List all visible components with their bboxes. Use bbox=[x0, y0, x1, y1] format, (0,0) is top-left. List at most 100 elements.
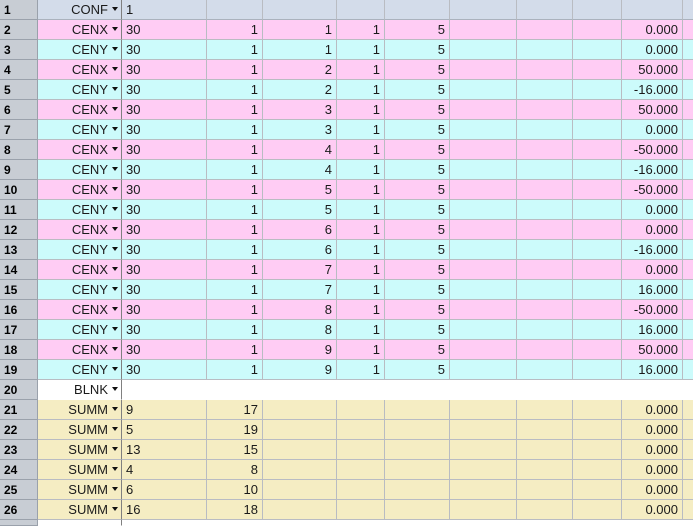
cell-value-5[interactable]: 5 bbox=[385, 280, 450, 300]
chevron-down-icon[interactable] bbox=[112, 167, 118, 171]
cell-value-4[interactable]: 1 bbox=[337, 360, 385, 380]
cell-value-5[interactable] bbox=[385, 480, 450, 500]
cell-value-1[interactable]: 30 bbox=[122, 200, 207, 220]
cell-value-7[interactable] bbox=[517, 40, 573, 60]
cell-value-10[interactable] bbox=[683, 320, 693, 340]
cell-value-5[interactable] bbox=[385, 520, 450, 526]
cell-value-3[interactable]: 6 bbox=[263, 240, 337, 260]
cell-value-9[interactable]: -50.000 bbox=[622, 140, 683, 160]
cell-value-8[interactable] bbox=[573, 320, 622, 340]
row-type-dropdown[interactable]: SUMM bbox=[38, 500, 122, 520]
cell-value-7[interactable] bbox=[517, 260, 573, 280]
cell-value-8[interactable] bbox=[573, 500, 622, 520]
cell-value-2[interactable] bbox=[207, 380, 263, 400]
cell-value-4[interactable]: 1 bbox=[337, 340, 385, 360]
row-header[interactable]: 1 bbox=[0, 0, 38, 20]
cell-value-7[interactable] bbox=[517, 80, 573, 100]
cell-value-1[interactable]: 30 bbox=[122, 180, 207, 200]
cell-value-4[interactable] bbox=[337, 520, 385, 526]
cell-value-6[interactable] bbox=[450, 500, 517, 520]
cell-value-9[interactable]: 16.000 bbox=[622, 360, 683, 380]
cell-value-9[interactable]: 0.000 bbox=[622, 20, 683, 40]
cell-value-4[interactable] bbox=[337, 480, 385, 500]
cell-value-3[interactable]: 2 bbox=[263, 80, 337, 100]
cell-value-4[interactable]: 1 bbox=[337, 40, 385, 60]
cell-value-5[interactable] bbox=[385, 460, 450, 480]
cell-value-4[interactable]: 1 bbox=[337, 320, 385, 340]
cell-value-9[interactable]: -16.000 bbox=[622, 160, 683, 180]
cell-value-7[interactable] bbox=[517, 500, 573, 520]
cell-value-1[interactable] bbox=[122, 380, 207, 400]
table-row[interactable]: 5 CENY 30 1 2 1 5 -16.000 bbox=[0, 80, 693, 100]
cell-value-3[interactable]: 8 bbox=[263, 300, 337, 320]
cell-value-10[interactable] bbox=[683, 100, 693, 120]
cell-value-8[interactable] bbox=[573, 480, 622, 500]
cell-value-5[interactable]: 5 bbox=[385, 40, 450, 60]
cell-value-1[interactable]: 16 bbox=[122, 500, 207, 520]
cell-value-3[interactable]: 1 bbox=[263, 40, 337, 60]
row-header[interactable]: 6 bbox=[0, 100, 38, 120]
cell-value-7[interactable] bbox=[517, 100, 573, 120]
cell-value-10[interactable] bbox=[683, 120, 693, 140]
cell-value-10[interactable] bbox=[683, 60, 693, 80]
cell-value-2[interactable]: 1 bbox=[207, 200, 263, 220]
cell-value-4[interactable] bbox=[337, 500, 385, 520]
table-row[interactable]: 14 CENX 30 1 7 1 5 0.000 bbox=[0, 260, 693, 280]
cell-value-5[interactable]: 5 bbox=[385, 320, 450, 340]
cell-value-4[interactable]: 1 bbox=[337, 160, 385, 180]
cell-value-2[interactable]: 1 bbox=[207, 180, 263, 200]
cell-value-2[interactable]: 1 bbox=[207, 60, 263, 80]
cell-value-3[interactable]: 9 bbox=[263, 340, 337, 360]
cell-value-3[interactable]: 6 bbox=[263, 220, 337, 240]
cell-value-7[interactable] bbox=[517, 380, 573, 400]
table-row[interactable] bbox=[0, 520, 693, 526]
cell-value-6[interactable] bbox=[450, 120, 517, 140]
cell-value-2[interactable]: 18 bbox=[207, 500, 263, 520]
cell-value-4[interactable]: 1 bbox=[337, 100, 385, 120]
cell-value-1[interactable]: 30 bbox=[122, 260, 207, 280]
table-row[interactable]: 24 SUMM 4 8 0.000 bbox=[0, 460, 693, 480]
cell-value-5[interactable]: 5 bbox=[385, 60, 450, 80]
cell-value-6[interactable] bbox=[450, 160, 517, 180]
chevron-down-icon[interactable] bbox=[112, 467, 118, 471]
cell-value-10[interactable] bbox=[683, 400, 693, 420]
row-header[interactable]: 22 bbox=[0, 420, 38, 440]
row-type-dropdown[interactable]: CENY bbox=[38, 280, 122, 300]
cell-value-3[interactable]: 5 bbox=[263, 180, 337, 200]
cell-value-6[interactable] bbox=[450, 180, 517, 200]
cell-value-1[interactable]: 30 bbox=[122, 340, 207, 360]
cell-value-10[interactable] bbox=[683, 260, 693, 280]
cell-value-9[interactable]: 50.000 bbox=[622, 60, 683, 80]
cell-value-6[interactable] bbox=[450, 520, 517, 526]
cell-value-8[interactable] bbox=[573, 0, 622, 20]
cell-value-8[interactable] bbox=[573, 160, 622, 180]
cell-value-10[interactable] bbox=[683, 520, 693, 526]
cell-value-10[interactable] bbox=[683, 280, 693, 300]
cell-value-5[interactable]: 5 bbox=[385, 120, 450, 140]
chevron-down-icon[interactable] bbox=[112, 187, 118, 191]
row-type-dropdown[interactable]: CENY bbox=[38, 40, 122, 60]
row-header[interactable]: 16 bbox=[0, 300, 38, 320]
row-header[interactable]: 19 bbox=[0, 360, 38, 380]
table-row[interactable]: 22 SUMM 5 19 0.000 bbox=[0, 420, 693, 440]
row-type-dropdown[interactable]: CENY bbox=[38, 360, 122, 380]
row-type-dropdown[interactable]: CENX bbox=[38, 140, 122, 160]
cell-value-5[interactable] bbox=[385, 420, 450, 440]
cell-value-2[interactable]: 1 bbox=[207, 160, 263, 180]
cell-value-2[interactable] bbox=[207, 520, 263, 526]
table-row[interactable]: 1 CONF 1 bbox=[0, 0, 693, 20]
cell-value-1[interactable]: 30 bbox=[122, 40, 207, 60]
cell-value-10[interactable] bbox=[683, 220, 693, 240]
cell-value-6[interactable] bbox=[450, 420, 517, 440]
row-type-dropdown[interactable]: CENX bbox=[38, 180, 122, 200]
row-header[interactable]: 26 bbox=[0, 500, 38, 520]
cell-value-10[interactable] bbox=[683, 460, 693, 480]
chevron-down-icon[interactable] bbox=[112, 507, 118, 511]
cell-value-10[interactable] bbox=[683, 20, 693, 40]
cell-value-6[interactable] bbox=[450, 340, 517, 360]
cell-value-8[interactable] bbox=[573, 380, 622, 400]
row-type-dropdown[interactable]: SUMM bbox=[38, 480, 122, 500]
row-header[interactable]: 17 bbox=[0, 320, 38, 340]
row-type-dropdown[interactable]: SUMM bbox=[38, 460, 122, 480]
cell-value-6[interactable] bbox=[450, 480, 517, 500]
